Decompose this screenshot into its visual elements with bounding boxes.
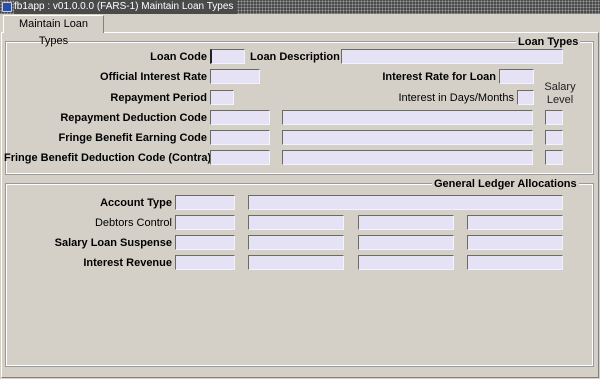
salary-loan-suspense-label: Salary Loan Suspense: [54, 237, 172, 249]
loan-types-title: Loan Types: [516, 36, 581, 48]
debtors-control-field-1[interactable]: [175, 215, 235, 230]
debtors-control-label: Debtors Control: [94, 217, 172, 229]
repayment-deduction-code-label: Repayment Deduction Code: [60, 112, 207, 124]
fringe-benefit-earning-description-field[interactable]: [282, 130, 533, 145]
repayment-deduction-description-field[interactable]: [282, 110, 533, 125]
loan-description-label: Loan Description: [250, 51, 340, 63]
salary-loan-suspense-field-1[interactable]: [175, 235, 235, 250]
interest-rate-for-loan-field[interactable]: [499, 69, 534, 84]
interest-revenue-field-1[interactable]: [175, 255, 235, 270]
repayment-period-label: Repayment Period: [110, 92, 207, 104]
salary-loan-suspense-field-4[interactable]: [467, 235, 563, 250]
gl-allocations-group: [5, 183, 594, 367]
fringe-benefit-deduction-description-field[interactable]: [282, 150, 533, 165]
fringe-benefit-earning-salary-level-field[interactable]: [545, 130, 563, 145]
loan-code-label: Loan Code: [150, 51, 207, 63]
debtors-control-field-4[interactable]: [467, 215, 563, 230]
repayment-deduction-code-field[interactable]: [210, 110, 270, 125]
fringe-benefit-deduction-code-label: Fringe Benefit Deduction Code (Contra): [4, 152, 212, 164]
account-type-field[interactable]: [175, 195, 235, 210]
official-interest-rate-label: Official Interest Rate: [100, 71, 207, 83]
interest-in-days-months-field[interactable]: [517, 90, 534, 105]
debtors-control-field-2[interactable]: [248, 215, 344, 230]
fringe-benefit-deduction-salary-level-field[interactable]: [545, 150, 563, 165]
interest-rate-for-loan-label: Interest Rate for Loan: [382, 71, 496, 83]
loan-code-field[interactable]: [210, 49, 245, 64]
loan-description-field[interactable]: [341, 49, 563, 64]
salary-level-header: Salary Level: [544, 81, 576, 106]
salary-loan-suspense-field-3[interactable]: [358, 235, 454, 250]
interest-revenue-field-4[interactable]: [467, 255, 563, 270]
interest-in-days-months-label: Interest in Days/Months: [398, 92, 514, 104]
interest-revenue-field-2[interactable]: [248, 255, 344, 270]
account-type-description-field[interactable]: [248, 195, 563, 210]
debtors-control-field-3[interactable]: [358, 215, 454, 230]
app-icon: [2, 2, 12, 12]
account-type-label: Account Type: [100, 197, 172, 209]
salary-loan-suspense-field-2[interactable]: [248, 235, 344, 250]
tab-maintain-loan-types[interactable]: Maintain Loan Types: [3, 15, 104, 47]
fringe-benefit-earning-code-label: Fringe Benefit Earning Code: [58, 132, 207, 144]
window-title-bar: fb1app : v01.0.0.0 (FARS-1) Maintain Loa…: [0, 0, 600, 14]
window-title: fb1app : v01.0.0.0 (FARS-1) Maintain Loa…: [14, 0, 238, 14]
official-interest-rate-field[interactable]: [210, 69, 260, 84]
gl-allocations-title: General Ledger Allocations: [432, 178, 579, 190]
interest-revenue-label: Interest Revenue: [83, 257, 172, 269]
repayment-deduction-salary-level-field[interactable]: [545, 110, 563, 125]
repayment-period-field[interactable]: [210, 90, 234, 105]
fringe-benefit-earning-code-field[interactable]: [210, 130, 270, 145]
interest-revenue-field-3[interactable]: [358, 255, 454, 270]
fringe-benefit-deduction-code-field[interactable]: [210, 150, 270, 165]
